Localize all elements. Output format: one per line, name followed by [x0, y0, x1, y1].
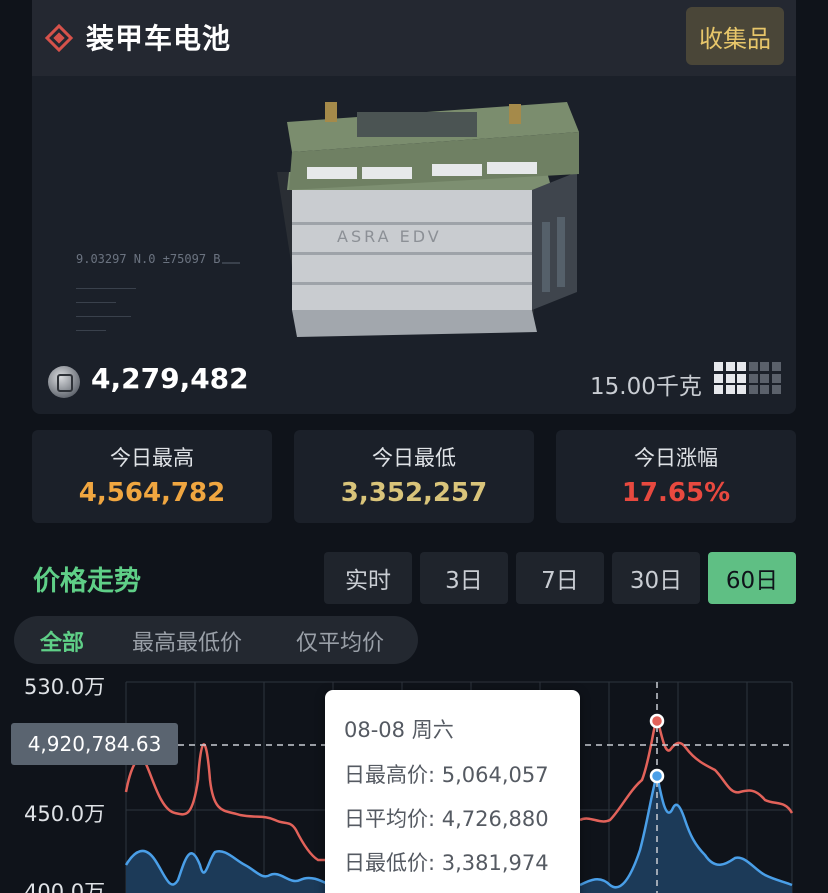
- inventory-size-grid-icon: [714, 362, 781, 398]
- filter-high-low[interactable]: 最高最低价: [132, 625, 242, 657]
- y-tick-450: 450.0万: [24, 802, 106, 826]
- collectible-button[interactable]: 收集品: [686, 7, 784, 65]
- stat-today-high: 今日最高 4,564,782: [32, 430, 272, 523]
- stat-value: 17.65%: [621, 478, 731, 508]
- item-card: 装甲车电池 收集品 9.03297 N.0 ±75097 B ASRA EDV …: [32, 0, 796, 414]
- tooltip-avg: 日平均价: 4,726,880: [344, 807, 549, 831]
- high-price-marker: [649, 713, 665, 729]
- tooltip-high: 日最高价: 5,064,057: [344, 763, 549, 787]
- item-price: 4,279,482: [91, 362, 249, 395]
- chart-tooltip: 08-08 周六 日最高价: 5,064,057 日平均价: 4,726,880…: [325, 690, 580, 893]
- rarity-diamond-icon: [44, 23, 74, 53]
- hud-text: 9.03297 N.0 ±75097 B: [76, 252, 221, 266]
- stat-label: 今日最高: [110, 446, 194, 470]
- stat-label: 今日最低: [372, 446, 456, 470]
- svg-text:ASRA EDV: ASRA EDV: [337, 227, 442, 246]
- y-tick-400: 400.0万: [24, 880, 106, 893]
- stat-value: 4,564,782: [78, 478, 226, 508]
- range-realtime-button[interactable]: 实时: [324, 552, 412, 604]
- item-title: 装甲车电池: [86, 22, 232, 55]
- tooltip-date: 08-08 周六: [344, 718, 454, 742]
- chart-filter-segment: 全部 最高最低价 仅平均价: [14, 616, 418, 664]
- avg-price-marker: [649, 768, 665, 784]
- stat-today-low: 今日最低 3,352,257: [294, 430, 534, 523]
- range-60d-button[interactable]: 60日: [708, 552, 796, 604]
- stat-today-change: 今日涨幅 17.65%: [556, 430, 796, 523]
- range-30d-button[interactable]: 30日: [612, 552, 700, 604]
- currency-coin-icon: [48, 366, 80, 398]
- filter-all[interactable]: 全部: [40, 625, 84, 657]
- stat-value: 3,352,257: [340, 478, 488, 508]
- cursor-value-label: 4,920,784.63: [11, 723, 178, 765]
- item-header: 装甲车电池 收集品: [32, 0, 796, 76]
- item-weight: 15.00千克: [590, 374, 702, 400]
- y-tick-530: 530.0万: [24, 675, 106, 699]
- filter-avg-only[interactable]: 仅平均价: [296, 625, 384, 657]
- range-3d-button[interactable]: 3日: [420, 552, 508, 604]
- range-7d-button[interactable]: 7日: [516, 552, 604, 604]
- battery-image: ASRA EDV: [277, 102, 579, 337]
- tooltip-low: 日最低价: 3,381,974: [344, 851, 549, 875]
- stat-label: 今日涨幅: [634, 446, 718, 470]
- hud-decoration: 9.03297 N.0 ±75097 B: [74, 252, 244, 352]
- trend-title: 价格走势: [33, 566, 141, 597]
